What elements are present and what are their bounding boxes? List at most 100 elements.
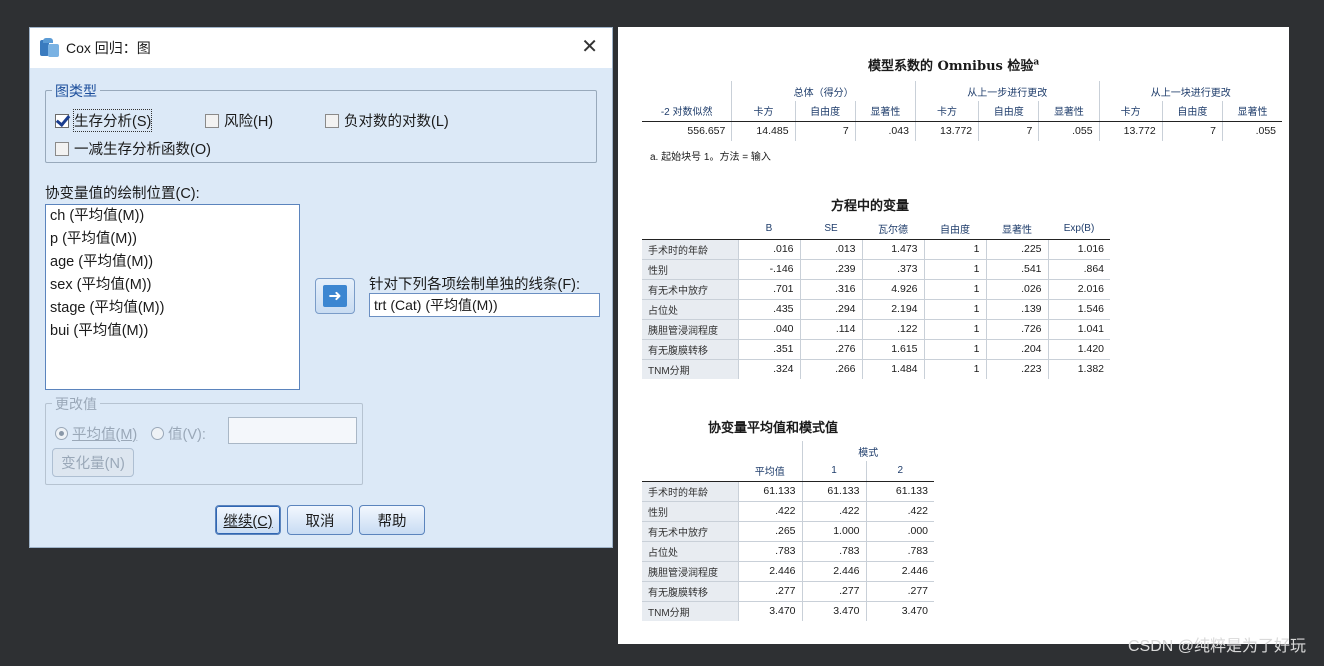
survival-checkbox[interactable]: 生存分析(S): [55, 109, 153, 132]
plot-type-legend: 图类型: [52, 81, 100, 101]
col-header: SE: [800, 219, 862, 240]
table-cell: 61.133: [865, 480, 934, 501]
table-cell: .351: [737, 338, 800, 359]
table-cell: 556.657: [642, 120, 732, 141]
dialog-titlebar[interactable]: Cox 回归：图 ✕: [30, 28, 612, 68]
table-cell: 1.041: [1047, 318, 1110, 339]
col-header: B: [738, 219, 800, 240]
move-right-button[interactable]: ➜: [315, 278, 355, 314]
covariate-item[interactable]: age (平均值(M)): [46, 251, 299, 274]
covariate-item[interactable]: sex (平均值(M)): [46, 274, 299, 297]
table-cell: .783: [865, 540, 934, 561]
table-cell: .122: [861, 318, 924, 339]
radio-icon: [151, 427, 164, 440]
col-header: 显著性: [854, 101, 916, 122]
table-cell: .043: [854, 120, 916, 141]
table-row: 胰胆管浸润程度 2.446 2.446 2.446: [642, 560, 934, 581]
hazard-label: 风险(H): [224, 114, 274, 130]
cox-plots-dialog: Cox 回归：图 ✕ 图类型 生存分析(S) 风险(H) 负对数的对数(L) 一…: [29, 27, 613, 548]
row-header: 有无术中放疗: [642, 278, 738, 299]
table-cell: .026: [985, 278, 1048, 299]
log-minus-log-checkbox[interactable]: 负对数的对数(L): [325, 110, 449, 131]
table-cell: 1.615: [861, 338, 924, 359]
value-input[interactable]: [228, 417, 357, 444]
covariate-item[interactable]: bui (平均值(M)): [46, 320, 299, 343]
table-cell: 13.772: [1098, 120, 1163, 141]
table-row: TNM分期 3.470 3.470 3.470: [642, 600, 934, 621]
arrow-right-icon: ➜: [323, 285, 347, 307]
col-header: 2: [865, 461, 934, 482]
hazard-checkbox[interactable]: 风险(H): [205, 110, 273, 131]
table-cell: .294: [799, 298, 862, 319]
table-cell: 7: [978, 120, 1039, 141]
table-cell: .541: [985, 258, 1048, 279]
watermark: CSDN @纯粹是为了好玩: [1127, 638, 1306, 655]
dialog-title: Cox 回归：图: [66, 40, 151, 56]
row-header: 胰胆管浸润程度: [642, 318, 738, 339]
change-button[interactable]: 变化量(N): [52, 448, 134, 477]
table-cell: 1.484: [861, 358, 924, 379]
table-cell: 2.446: [865, 560, 934, 581]
continue-button[interactable]: 继续(C): [215, 505, 281, 535]
table-cell: 2.446: [801, 560, 866, 581]
covariate-listbox[interactable]: ch (平均值(M)) p (平均值(M)) age (平均值(M)) sex …: [45, 204, 300, 390]
row-header: 手术时的年龄: [642, 238, 738, 259]
table-cell: 1: [923, 338, 986, 359]
checkbox-icon: [325, 113, 339, 128]
table-row: 手术时的年龄 .016.013 1.473 1.225 1.016: [642, 238, 1110, 259]
table-cell: 1.000: [801, 520, 866, 541]
continue-label: 继续(C): [223, 513, 273, 530]
value-radio[interactable]: 值(V):: [151, 423, 206, 444]
table-cell: 1: [923, 358, 986, 379]
row-header: 胰胆管浸润程度: [642, 560, 738, 581]
table-cell: -.146: [737, 258, 800, 279]
table-cell: .276: [799, 338, 862, 359]
col-header: 显著性: [1221, 101, 1282, 122]
table-row: TNM分期 .324.266 1.484 1.223 1.382: [642, 358, 1110, 379]
value-label: 值(V):: [168, 427, 206, 443]
table-row: 有无术中放疗 .265 1.000.000: [642, 520, 934, 541]
table-cell: .422: [865, 500, 934, 521]
help-button[interactable]: 帮助: [359, 505, 425, 535]
log-minus-log-label: 负对数的对数(L): [344, 114, 449, 130]
table-cell: .726: [985, 318, 1048, 339]
separate-lines-field[interactable]: trt (Cat) (平均值(M)): [369, 293, 600, 317]
table-row: 手术时的年龄 61.133 61.133 61.133: [642, 480, 934, 501]
table-cell: .435: [737, 298, 800, 319]
variables-title: 方程中的变量: [831, 199, 910, 214]
cancel-button[interactable]: 取消: [287, 505, 353, 535]
table-cell: .373: [861, 258, 924, 279]
covariate-item[interactable]: p (平均值(M)): [46, 228, 299, 251]
col-header: 卡方: [914, 101, 979, 122]
one-minus-survival-label: 一减生存分析函数(O): [74, 142, 211, 158]
table-cell: .864: [1047, 258, 1110, 279]
table-cell: 1.382: [1047, 358, 1110, 379]
table-cell: .016: [737, 238, 800, 259]
close-icon[interactable]: ✕: [581, 36, 598, 58]
separate-lines-label: 针对下列各项绘制单独的线条(F):: [369, 277, 581, 293]
col-header: 自由度: [1161, 101, 1223, 122]
one-minus-survival-checkbox[interactable]: 一减生存分析函数(O): [55, 138, 211, 159]
means-table: 模式 平均值 1 2 手术时的年龄 61.133 61.133 61.133 性别 .42…: [642, 441, 934, 621]
row-header: 有无腹膜转移: [642, 580, 738, 601]
table-cell: .422: [801, 500, 866, 521]
radio-selected-icon: [55, 427, 68, 440]
table-cell: 2.194: [861, 298, 924, 319]
table-row: 占位处 .435.294 2.194 1.139 1.546: [642, 298, 1110, 319]
mean-radio[interactable]: 平均值(M): [55, 423, 137, 444]
table-cell: 3.470: [737, 600, 802, 621]
col-header: 卡方: [731, 101, 796, 122]
table-cell: .277: [801, 580, 866, 601]
covariate-item[interactable]: stage (平均值(M)): [46, 297, 299, 320]
checkbox-icon: [55, 141, 69, 156]
omnibus-title: 模型系数的 Omnibus 检验a: [868, 55, 1039, 74]
col-header: 平均值: [738, 461, 802, 482]
covariate-item[interactable]: ch (平均值(M)): [46, 205, 299, 228]
row-header: 手术时的年龄: [642, 480, 738, 501]
col-header: 1: [801, 461, 866, 482]
table-cell: 1: [923, 298, 986, 319]
omnibus-title-text: 模型系数的 Omnibus 检验: [868, 59, 1034, 74]
table-row: 性别 .422.422.422: [642, 500, 934, 521]
mean-label: 平均值(M): [72, 427, 138, 443]
table-cell: 13.772: [914, 120, 979, 141]
